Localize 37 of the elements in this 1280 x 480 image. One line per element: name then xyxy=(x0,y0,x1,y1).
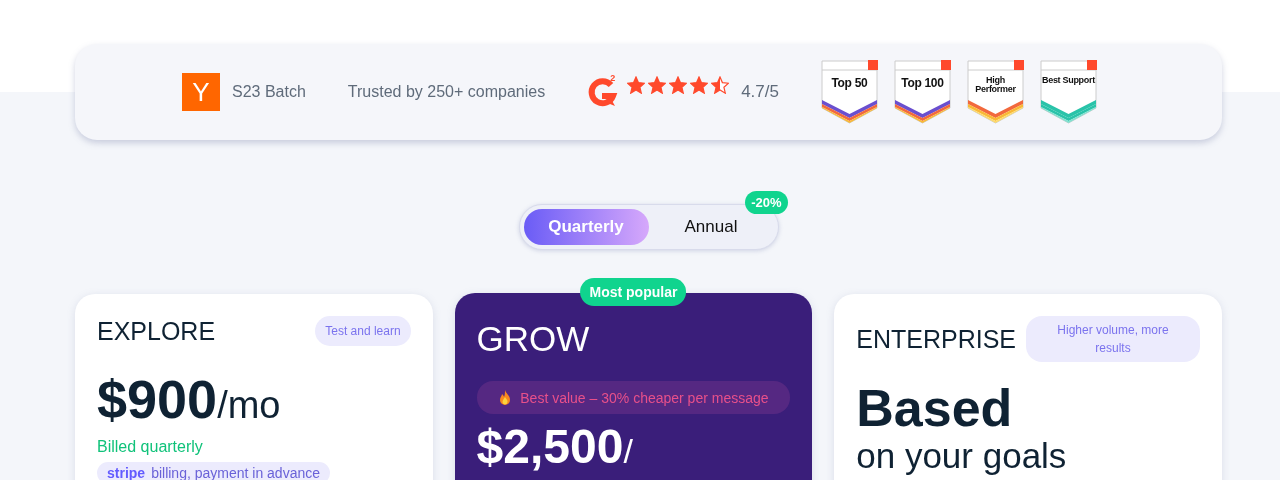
trusted-text: Trusted by 250+ companies xyxy=(347,83,546,101)
award-badge xyxy=(966,60,1024,124)
rating-text: 4.7/5 xyxy=(741,82,779,102)
price-unit: /mo xyxy=(217,384,281,427)
award-badge xyxy=(820,60,878,124)
badge-title: Best Support xyxy=(1042,76,1095,85)
discount-badge: -20% xyxy=(745,191,788,214)
plan-price: $900 xyxy=(97,368,218,430)
highlight-text: Best value – 30% cheaper per message xyxy=(520,389,769,406)
payment-text: billing, payment in advance xyxy=(151,465,320,480)
star-icon xyxy=(711,76,730,94)
star-icon xyxy=(648,76,667,94)
plan-name: EXPLORE xyxy=(97,316,216,346)
stripe-logo: stripe xyxy=(107,465,146,480)
popular-badge: Most popular xyxy=(580,278,687,306)
fire-icon xyxy=(498,389,513,406)
g2-logo-icon xyxy=(587,76,620,108)
plan-name: GROW xyxy=(476,319,590,359)
price-unit: / xyxy=(623,432,633,470)
billing-note: Billed quarterly xyxy=(97,438,204,456)
award-badge xyxy=(893,60,951,124)
plan-subline: on your goals xyxy=(856,436,1068,476)
award-badge xyxy=(1039,60,1097,124)
logo-superscript: 2 xyxy=(610,73,616,83)
yc-logo: Y xyxy=(182,73,220,111)
star-icon xyxy=(627,76,646,94)
badge-title: Top 100 xyxy=(901,78,944,88)
badge-title: Top 50 xyxy=(831,78,868,88)
plan-price: $2,500 xyxy=(476,422,624,472)
plan-tag: Higher volume, more results xyxy=(1026,316,1200,362)
plan-tag: Test and learn xyxy=(315,316,411,346)
star-icon xyxy=(669,76,688,94)
star-icon xyxy=(690,76,709,94)
badge-title: High Performer xyxy=(974,76,1017,94)
plan-headline: Based xyxy=(856,380,1014,436)
plan-name: ENTERPRISE xyxy=(856,324,1016,354)
batch-label: S23 Batch xyxy=(232,83,306,101)
